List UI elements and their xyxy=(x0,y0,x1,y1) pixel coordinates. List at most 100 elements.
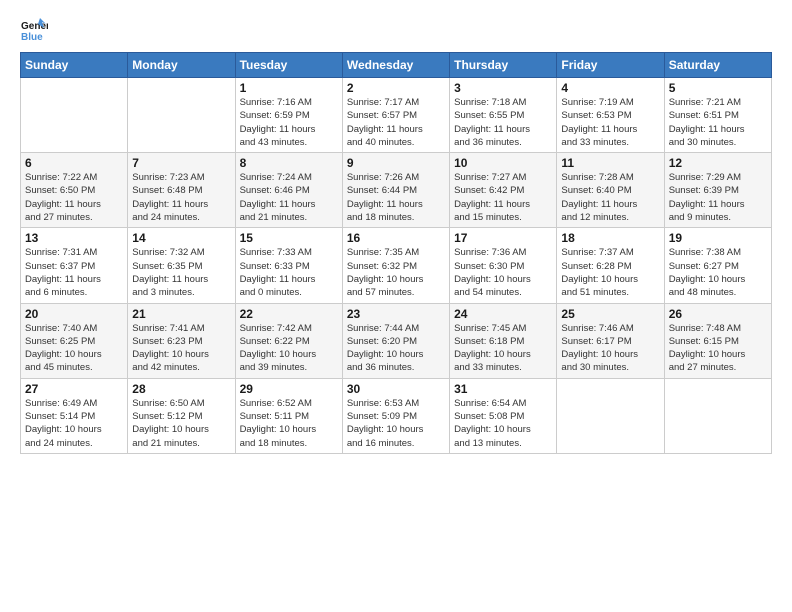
day-number: 10 xyxy=(454,156,552,170)
calendar-week-row: 20Sunrise: 7:40 AM Sunset: 6:25 PM Dayli… xyxy=(21,303,772,378)
day-info: Sunrise: 6:49 AM Sunset: 5:14 PM Dayligh… xyxy=(25,397,123,450)
calendar-week-row: 27Sunrise: 6:49 AM Sunset: 5:14 PM Dayli… xyxy=(21,378,772,453)
day-info: Sunrise: 7:29 AM Sunset: 6:39 PM Dayligh… xyxy=(669,171,767,224)
day-number: 3 xyxy=(454,81,552,95)
calendar-body: 1Sunrise: 7:16 AM Sunset: 6:59 PM Daylig… xyxy=(21,78,772,454)
day-info: Sunrise: 7:37 AM Sunset: 6:28 PM Dayligh… xyxy=(561,246,659,299)
calendar-cell: 1Sunrise: 7:16 AM Sunset: 6:59 PM Daylig… xyxy=(235,78,342,153)
calendar-cell: 5Sunrise: 7:21 AM Sunset: 6:51 PM Daylig… xyxy=(664,78,771,153)
calendar-table: SundayMondayTuesdayWednesdayThursdayFrid… xyxy=(20,52,772,454)
day-info: Sunrise: 7:41 AM Sunset: 6:23 PM Dayligh… xyxy=(132,322,230,375)
weekday-header: Saturday xyxy=(664,53,771,78)
calendar-cell: 19Sunrise: 7:38 AM Sunset: 6:27 PM Dayli… xyxy=(664,228,771,303)
calendar-cell: 4Sunrise: 7:19 AM Sunset: 6:53 PM Daylig… xyxy=(557,78,664,153)
calendar-cell: 9Sunrise: 7:26 AM Sunset: 6:44 PM Daylig… xyxy=(342,153,449,228)
calendar-cell: 8Sunrise: 7:24 AM Sunset: 6:46 PM Daylig… xyxy=(235,153,342,228)
calendar-cell xyxy=(128,78,235,153)
day-info: Sunrise: 7:28 AM Sunset: 6:40 PM Dayligh… xyxy=(561,171,659,224)
day-number: 22 xyxy=(240,307,338,321)
calendar-cell: 26Sunrise: 7:48 AM Sunset: 6:15 PM Dayli… xyxy=(664,303,771,378)
day-number: 16 xyxy=(347,231,445,245)
day-info: Sunrise: 6:53 AM Sunset: 5:09 PM Dayligh… xyxy=(347,397,445,450)
calendar-cell: 18Sunrise: 7:37 AM Sunset: 6:28 PM Dayli… xyxy=(557,228,664,303)
calendar-week-row: 13Sunrise: 7:31 AM Sunset: 6:37 PM Dayli… xyxy=(21,228,772,303)
logo-icon: General Blue xyxy=(20,16,48,44)
day-info: Sunrise: 7:18 AM Sunset: 6:55 PM Dayligh… xyxy=(454,96,552,149)
calendar-week-row: 1Sunrise: 7:16 AM Sunset: 6:59 PM Daylig… xyxy=(21,78,772,153)
day-number: 12 xyxy=(669,156,767,170)
calendar-cell: 24Sunrise: 7:45 AM Sunset: 6:18 PM Dayli… xyxy=(450,303,557,378)
day-info: Sunrise: 6:52 AM Sunset: 5:11 PM Dayligh… xyxy=(240,397,338,450)
day-number: 5 xyxy=(669,81,767,95)
calendar-cell: 15Sunrise: 7:33 AM Sunset: 6:33 PM Dayli… xyxy=(235,228,342,303)
day-number: 30 xyxy=(347,382,445,396)
calendar-cell: 29Sunrise: 6:52 AM Sunset: 5:11 PM Dayli… xyxy=(235,378,342,453)
day-number: 9 xyxy=(347,156,445,170)
day-info: Sunrise: 7:36 AM Sunset: 6:30 PM Dayligh… xyxy=(454,246,552,299)
calendar-cell: 28Sunrise: 6:50 AM Sunset: 5:12 PM Dayli… xyxy=(128,378,235,453)
calendar-week-row: 6Sunrise: 7:22 AM Sunset: 6:50 PM Daylig… xyxy=(21,153,772,228)
day-info: Sunrise: 7:24 AM Sunset: 6:46 PM Dayligh… xyxy=(240,171,338,224)
weekday-header: Friday xyxy=(557,53,664,78)
day-info: Sunrise: 7:31 AM Sunset: 6:37 PM Dayligh… xyxy=(25,246,123,299)
day-info: Sunrise: 7:17 AM Sunset: 6:57 PM Dayligh… xyxy=(347,96,445,149)
weekday-row: SundayMondayTuesdayWednesdayThursdayFrid… xyxy=(21,53,772,78)
day-number: 31 xyxy=(454,382,552,396)
calendar-cell xyxy=(21,78,128,153)
calendar-cell: 27Sunrise: 6:49 AM Sunset: 5:14 PM Dayli… xyxy=(21,378,128,453)
day-info: Sunrise: 7:26 AM Sunset: 6:44 PM Dayligh… xyxy=(347,171,445,224)
day-info: Sunrise: 7:19 AM Sunset: 6:53 PM Dayligh… xyxy=(561,96,659,149)
day-number: 11 xyxy=(561,156,659,170)
day-number: 21 xyxy=(132,307,230,321)
day-number: 1 xyxy=(240,81,338,95)
calendar-cell: 22Sunrise: 7:42 AM Sunset: 6:22 PM Dayli… xyxy=(235,303,342,378)
day-number: 27 xyxy=(25,382,123,396)
day-number: 24 xyxy=(454,307,552,321)
day-info: Sunrise: 7:27 AM Sunset: 6:42 PM Dayligh… xyxy=(454,171,552,224)
day-number: 8 xyxy=(240,156,338,170)
day-info: Sunrise: 6:54 AM Sunset: 5:08 PM Dayligh… xyxy=(454,397,552,450)
calendar-cell: 3Sunrise: 7:18 AM Sunset: 6:55 PM Daylig… xyxy=(450,78,557,153)
day-info: Sunrise: 7:38 AM Sunset: 6:27 PM Dayligh… xyxy=(669,246,767,299)
day-info: Sunrise: 7:33 AM Sunset: 6:33 PM Dayligh… xyxy=(240,246,338,299)
header: General Blue xyxy=(20,16,772,44)
weekday-header: Wednesday xyxy=(342,53,449,78)
weekday-header: Monday xyxy=(128,53,235,78)
calendar-cell: 16Sunrise: 7:35 AM Sunset: 6:32 PM Dayli… xyxy=(342,228,449,303)
day-info: Sunrise: 7:23 AM Sunset: 6:48 PM Dayligh… xyxy=(132,171,230,224)
day-info: Sunrise: 7:32 AM Sunset: 6:35 PM Dayligh… xyxy=(132,246,230,299)
day-info: Sunrise: 7:35 AM Sunset: 6:32 PM Dayligh… xyxy=(347,246,445,299)
calendar-cell: 21Sunrise: 7:41 AM Sunset: 6:23 PM Dayli… xyxy=(128,303,235,378)
day-info: Sunrise: 7:16 AM Sunset: 6:59 PM Dayligh… xyxy=(240,96,338,149)
day-number: 26 xyxy=(669,307,767,321)
day-info: Sunrise: 7:42 AM Sunset: 6:22 PM Dayligh… xyxy=(240,322,338,375)
day-info: Sunrise: 7:21 AM Sunset: 6:51 PM Dayligh… xyxy=(669,96,767,149)
calendar-cell: 20Sunrise: 7:40 AM Sunset: 6:25 PM Dayli… xyxy=(21,303,128,378)
calendar-cell: 14Sunrise: 7:32 AM Sunset: 6:35 PM Dayli… xyxy=(128,228,235,303)
svg-text:Blue: Blue xyxy=(21,32,43,43)
day-info: Sunrise: 7:45 AM Sunset: 6:18 PM Dayligh… xyxy=(454,322,552,375)
weekday-header: Sunday xyxy=(21,53,128,78)
day-info: Sunrise: 7:40 AM Sunset: 6:25 PM Dayligh… xyxy=(25,322,123,375)
calendar-cell: 31Sunrise: 6:54 AM Sunset: 5:08 PM Dayli… xyxy=(450,378,557,453)
day-number: 20 xyxy=(25,307,123,321)
calendar-header: SundayMondayTuesdayWednesdayThursdayFrid… xyxy=(21,53,772,78)
day-info: Sunrise: 7:22 AM Sunset: 6:50 PM Dayligh… xyxy=(25,171,123,224)
day-number: 4 xyxy=(561,81,659,95)
calendar-cell: 12Sunrise: 7:29 AM Sunset: 6:39 PM Dayli… xyxy=(664,153,771,228)
day-number: 15 xyxy=(240,231,338,245)
weekday-header: Thursday xyxy=(450,53,557,78)
day-number: 13 xyxy=(25,231,123,245)
page: General Blue SundayMondayTuesdayWednesda… xyxy=(0,0,792,470)
logo: General Blue xyxy=(20,16,52,44)
day-number: 6 xyxy=(25,156,123,170)
day-number: 25 xyxy=(561,307,659,321)
calendar-cell: 13Sunrise: 7:31 AM Sunset: 6:37 PM Dayli… xyxy=(21,228,128,303)
day-number: 29 xyxy=(240,382,338,396)
calendar-cell: 7Sunrise: 7:23 AM Sunset: 6:48 PM Daylig… xyxy=(128,153,235,228)
calendar-cell: 25Sunrise: 7:46 AM Sunset: 6:17 PM Dayli… xyxy=(557,303,664,378)
calendar-cell xyxy=(664,378,771,453)
day-number: 2 xyxy=(347,81,445,95)
calendar-cell: 23Sunrise: 7:44 AM Sunset: 6:20 PM Dayli… xyxy=(342,303,449,378)
day-info: Sunrise: 7:48 AM Sunset: 6:15 PM Dayligh… xyxy=(669,322,767,375)
